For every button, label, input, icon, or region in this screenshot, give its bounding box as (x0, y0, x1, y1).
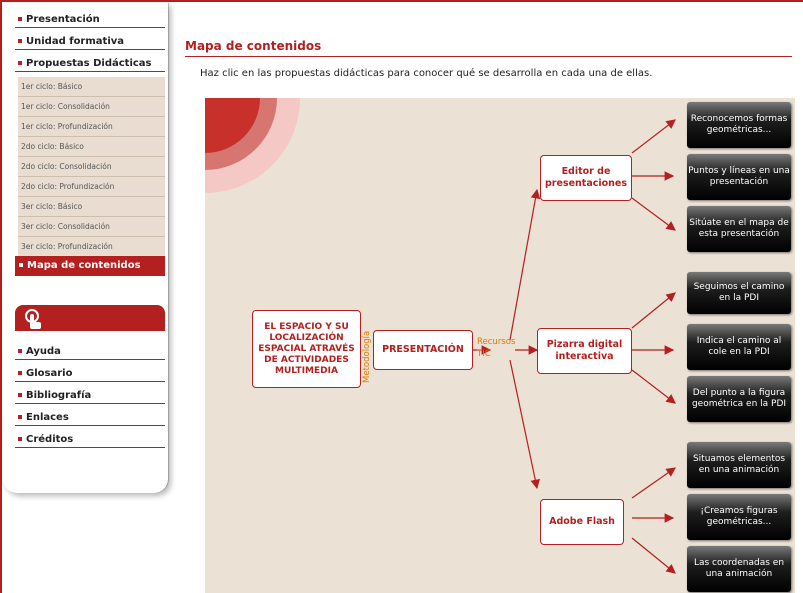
nav-sub-1-basico[interactable]: 1er ciclo: Básico (18, 77, 165, 97)
nav-enlaces[interactable]: Enlaces (15, 411, 165, 426)
branch-adobe-flash[interactable]: Adobe Flash (540, 499, 624, 545)
activity-coordenadas[interactable]: Las coordenadas en una animación (687, 546, 791, 592)
root-topic-box: EL ESPACIO Y SU LOCALIZACIÓN ESPACIAL AT… (252, 310, 361, 388)
nav-sub-3-profundizacion[interactable]: 3er ciclo: Profundización (18, 237, 165, 257)
nav-sub-2-profundizacion[interactable]: 2do ciclo: Profundización (18, 177, 165, 197)
nav-sub-1-consolidacion[interactable]: 1er ciclo: Consolidación (18, 97, 165, 117)
activity-situate-mapa[interactable]: Sitúate en el mapa de esta presentación (687, 206, 791, 252)
nav-presentacion[interactable]: Presentación (15, 13, 165, 28)
nav-mapa-de-contenidos[interactable]: Mapa de contenidos (15, 256, 165, 276)
nav-ayuda[interactable]: Ayuda (15, 345, 165, 360)
activity-seguimos-camino[interactable]: Seguimos el camino en la PDI (687, 272, 791, 314)
label-recursos-tic: Recursos TIC (477, 337, 516, 359)
concept-map: EL ESPACIO Y SU LOCALIZACIÓN ESPACIAL AT… (205, 98, 795, 593)
nav-sub-1-profundizacion[interactable]: 1er ciclo: Profundización (18, 117, 165, 137)
nav-creditos[interactable]: Créditos (15, 433, 165, 448)
activity-punto-figura[interactable]: Del punto a la figura geométrica en la P… (687, 376, 791, 422)
corner-decoration (205, 98, 300, 193)
presentacion-box[interactable]: PRESENTACIÓN (373, 330, 473, 370)
branch-pizarra-digital[interactable]: Pizarra digital interactiva (537, 328, 632, 374)
activity-situamos-elementos[interactable]: Situamos elementos en una animación (687, 442, 791, 488)
branch-editor-presentaciones[interactable]: Editor de presentaciones (540, 155, 632, 201)
label-metodologia: Metodología (362, 330, 372, 383)
page-title: Mapa de contenidos (185, 39, 322, 53)
help-banner (15, 305, 165, 331)
nav-sub-2-basico[interactable]: 2do ciclo: Básico (18, 137, 165, 157)
intro-text: Haz clic en las propuestas didácticas pa… (200, 68, 653, 79)
nav-sub-3-consolidacion[interactable]: 3er ciclo: Consolidación (18, 217, 165, 237)
hand-pointer-icon (25, 309, 41, 329)
nav-bibliografia[interactable]: Bibliografía (15, 389, 165, 404)
sidebar: Presentación Unidad formativa Propuestas… (3, 3, 168, 493)
nav-glosario[interactable]: Glosario (15, 367, 165, 382)
title-divider (185, 56, 792, 57)
activity-creamos-figuras[interactable]: ¡Creamos figuras geométricas... (687, 494, 791, 540)
nav-sub-2-consolidacion[interactable]: 2do ciclo: Consolidación (18, 157, 165, 177)
activity-reconocemos-formas[interactable]: Reconocemos formas geométricas... (687, 102, 791, 148)
nav-unidad-formativa[interactable]: Unidad formativa (15, 35, 165, 50)
activity-indica-camino[interactable]: Indica el camino al cole en la PDI (687, 324, 791, 370)
activity-puntos-lineas[interactable]: Puntos y líneas en una presentación (687, 154, 791, 200)
nav-sub-3-basico[interactable]: 3er ciclo: Básico (18, 197, 165, 217)
nav-propuestas-didacticas[interactable]: Propuestas Didácticas (15, 57, 165, 72)
